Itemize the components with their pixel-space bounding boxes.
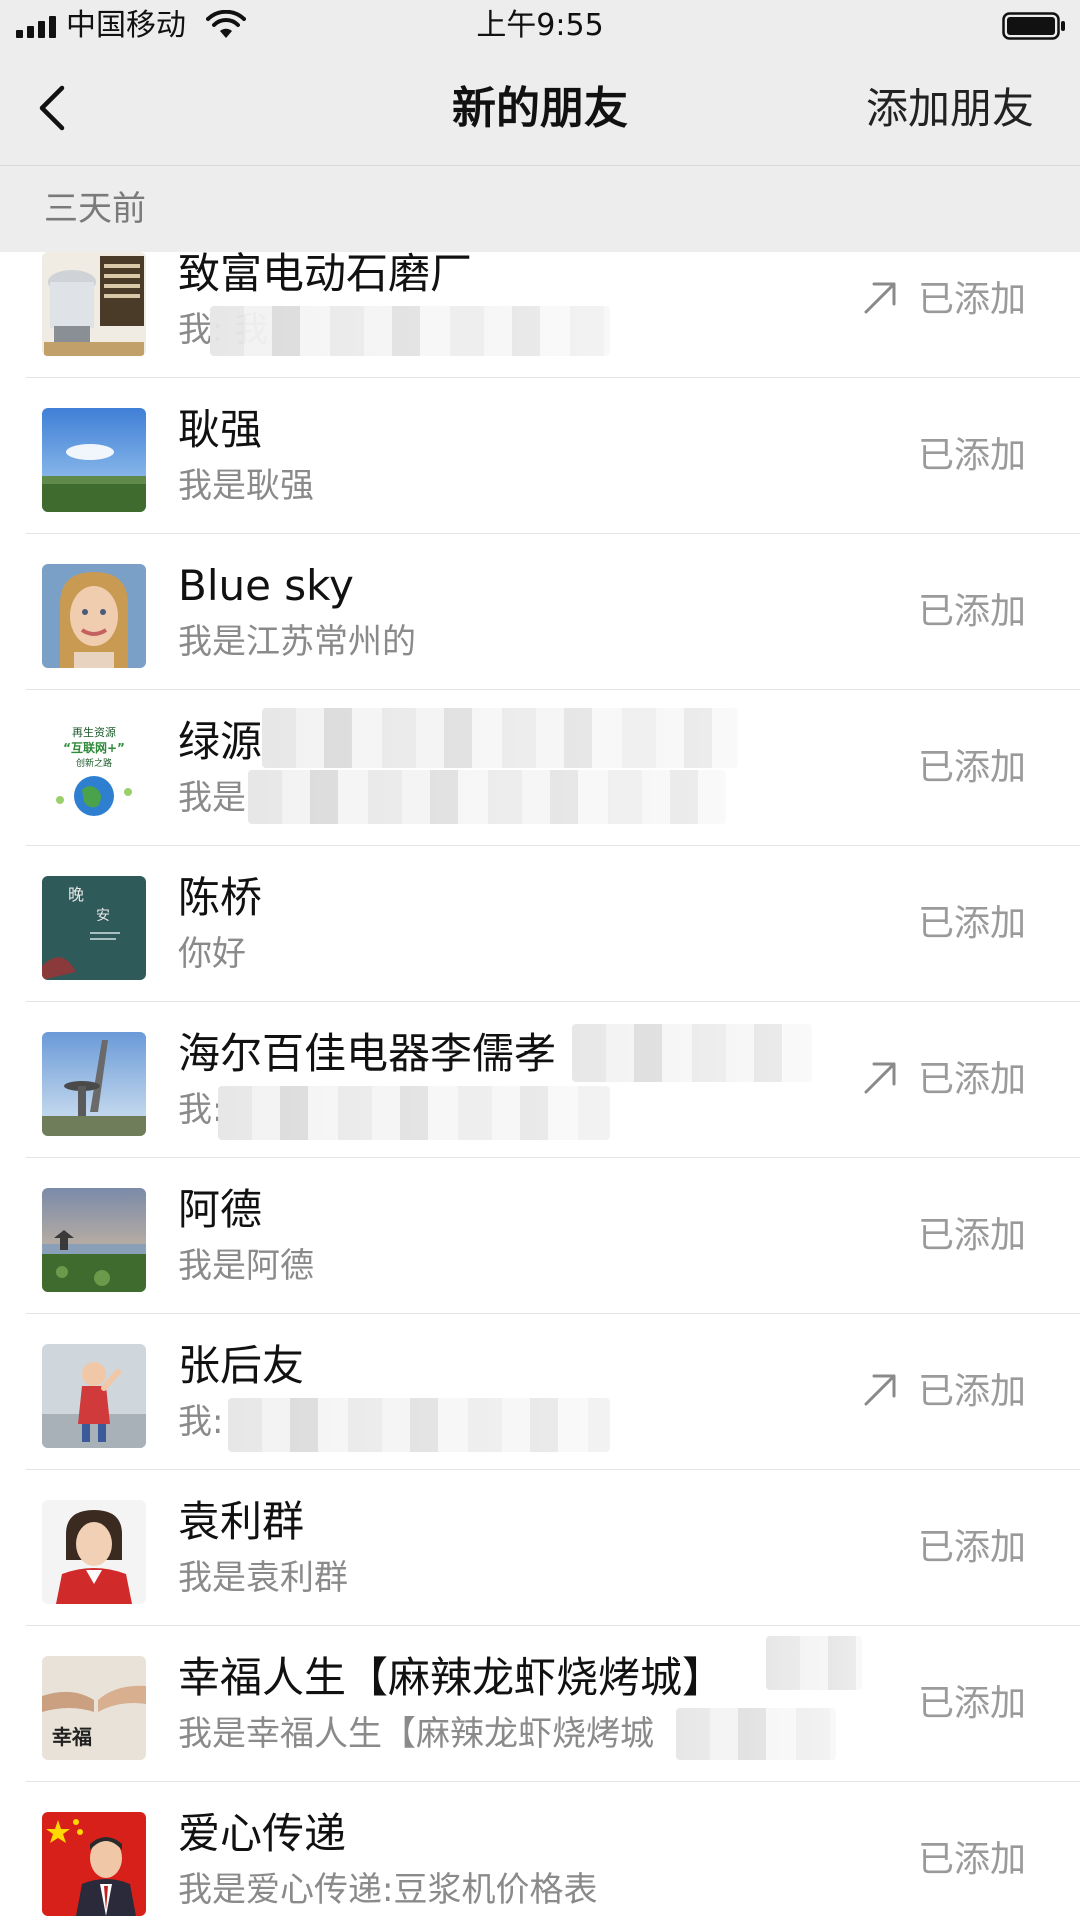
friend-name: 海尔百佳电器李儒孝	[178, 1029, 557, 1078]
avatar	[42, 1188, 146, 1292]
friend-message: 我是江苏常州的	[178, 622, 416, 662]
battery-icon	[1002, 12, 1065, 40]
status-added: 已添加	[917, 435, 1026, 476]
avatar: 再生资源 “互联网+” 创新之路	[42, 720, 146, 824]
blurred-region	[228, 1398, 610, 1452]
friend-name: Blue sky	[178, 561, 354, 610]
status-added: 已添加	[917, 1215, 1026, 1256]
status-bar: 中国移动 上午9:55	[0, 0, 1080, 52]
status-added: 已添加	[917, 1683, 1026, 1724]
avatar	[42, 1344, 146, 1448]
friend-row[interactable]: 爱心传递 我是爱心传递:豆浆机价格表 已添加	[0, 1782, 1080, 1920]
friend-list: 致富电动石磨厂 我: 我 已添加 耿强 我是耿强 已添加	[0, 252, 1080, 1920]
friend-name: 张后友	[178, 1341, 305, 1390]
friend-row[interactable]: 袁利群 我是袁利群 已添加	[0, 1470, 1080, 1626]
avatar: 晚 安	[42, 876, 146, 980]
arrow-up-right-icon	[864, 282, 896, 314]
nav-bar: 新的朋友 添加朋友	[0, 52, 1080, 166]
friend-row[interactable]: 幸福 幸福人生【麻辣龙虾烧烤城】 我是幸福人生【麻辣龙虾烧烤城 已添加	[0, 1626, 1080, 1782]
friend-row[interactable]: 阿德 我是阿德 已添加	[0, 1158, 1080, 1314]
friend-row[interactable]: 致富电动石磨厂 我: 我 已添加	[0, 252, 1080, 378]
avatar	[42, 1812, 146, 1916]
friend-row[interactable]: 张后友 我: 已添加	[0, 1314, 1080, 1470]
status-added: 已添加	[917, 747, 1026, 788]
status-added: 已添加	[917, 279, 1026, 320]
friend-message: 我:	[178, 1090, 224, 1130]
avatar	[42, 1500, 146, 1604]
friend-name: 耿强	[178, 405, 263, 454]
avatar-text: 幸福	[52, 1725, 92, 1749]
blurred-region	[218, 1086, 610, 1140]
status-added: 已添加	[917, 903, 1026, 944]
friend-message: 我是阿德	[178, 1246, 314, 1286]
avatar-text: 再生资源	[72, 725, 116, 739]
friend-row[interactable]: 晚 安 陈桥 你好 已添加	[0, 846, 1080, 1002]
status-added: 已添加	[917, 1839, 1026, 1880]
friend-name: 绿源	[178, 717, 263, 766]
avatar-text: 晚	[68, 885, 84, 904]
friend-message: 你好	[178, 934, 246, 974]
friend-name: 致富电动石磨厂	[178, 252, 473, 298]
blurred-region	[766, 1636, 862, 1690]
clock: 上午9:55	[476, 8, 604, 43]
friend-message: 我是幸福人生【麻辣龙虾烧烤城	[178, 1714, 654, 1754]
status-added: 已添加	[917, 1371, 1026, 1412]
section-label: 三天前	[44, 189, 146, 229]
avatar-text: “互联网+”	[63, 741, 125, 755]
blurred-region	[248, 770, 726, 824]
friend-row[interactable]: 耿强 我是耿强 已添加	[0, 378, 1080, 534]
friend-row[interactable]: 再生资源 “互联网+” 创新之路 绿源 我是 已添加	[0, 690, 1080, 846]
friend-name: 爱心传递	[178, 1809, 347, 1858]
avatar	[42, 1032, 146, 1136]
friend-row[interactable]: Blue sky 我是江苏常州的 已添加	[0, 534, 1080, 690]
avatar	[42, 564, 146, 668]
arrow-up-right-icon	[864, 1062, 896, 1094]
arrow-up-right-icon	[864, 1374, 896, 1406]
avatar: 幸福	[42, 1656, 146, 1760]
friend-message: 我:	[178, 1402, 224, 1442]
friend-message: 我是	[178, 778, 246, 818]
friend-row[interactable]: 海尔百佳电器李儒孝 我: 已添加	[0, 1002, 1080, 1158]
friend-message: 我是耿强	[178, 466, 314, 506]
friend-message: 我是爱心传递:豆浆机价格表	[178, 1870, 598, 1910]
blurred-region	[210, 306, 610, 356]
avatar	[42, 252, 146, 356]
add-friend-button[interactable]: 添加朋友	[866, 52, 1034, 166]
section-header: 三天前	[0, 166, 1080, 252]
avatar	[42, 408, 146, 512]
blurred-region	[262, 708, 738, 768]
status-added: 已添加	[917, 1527, 1026, 1568]
friend-name: 幸福人生【麻辣龙虾烧烤城】	[178, 1653, 725, 1702]
friend-message: 我是袁利群	[178, 1558, 348, 1598]
status-added: 已添加	[917, 591, 1026, 632]
blurred-region	[676, 1708, 836, 1760]
avatar-text: 创新之路	[76, 757, 112, 769]
friend-name: 袁利群	[178, 1497, 305, 1546]
blurred-region	[572, 1024, 812, 1082]
friend-name: 阿德	[178, 1185, 263, 1234]
avatar-text: 安	[96, 908, 110, 924]
friend-name: 陈桥	[178, 873, 263, 922]
status-added: 已添加	[917, 1059, 1026, 1100]
